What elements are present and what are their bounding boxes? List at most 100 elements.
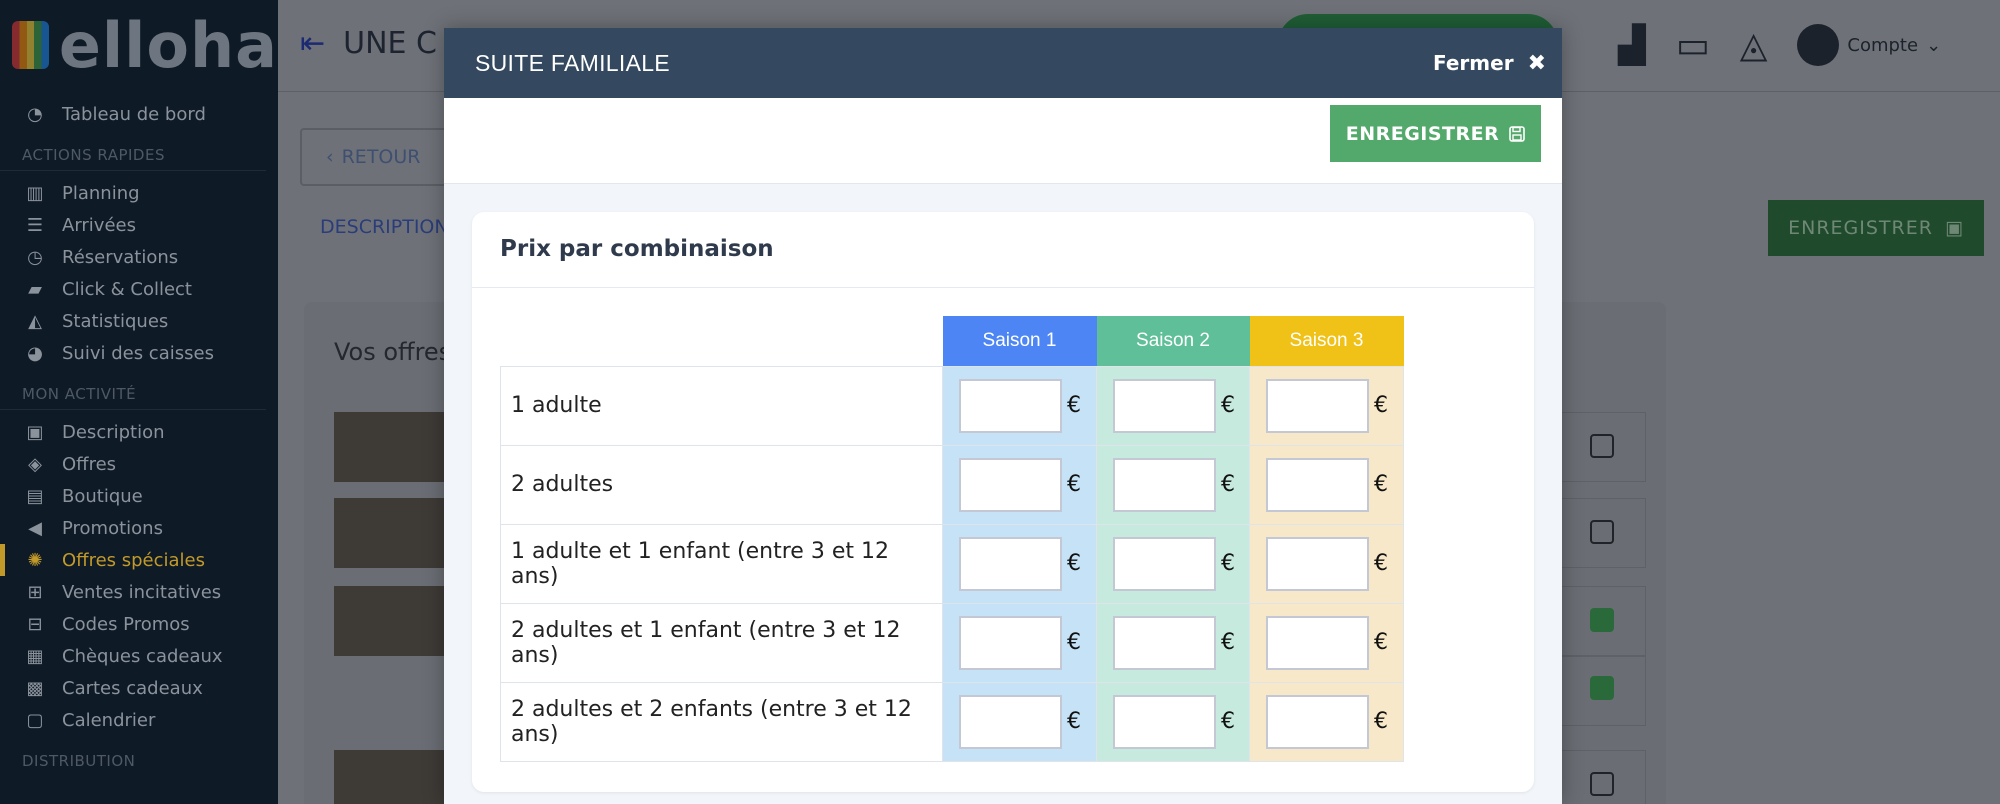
column-header-saison-3: Saison 3 (1249, 316, 1404, 366)
sidebar: elloha ◔ Tableau de bord ACTIONS RAPIDES… (0, 0, 278, 804)
price-cell: € (942, 365, 1097, 446)
cart-icon: ⊟ (27, 614, 43, 635)
page-title-area: ⇤ UNE C (300, 26, 437, 61)
calendar-icon: ▢ (26, 710, 44, 731)
top-icons: ▟ ▭ ◬ Compte ⌄ (1618, 24, 1941, 66)
offer-checkbox[interactable] (1590, 434, 1614, 458)
modal-title: SUITE FAMILIALE (475, 49, 670, 76)
row-label: 2 adultes (500, 444, 943, 525)
sidebar-item-label: Réservations (62, 246, 179, 268)
offer-checkbox[interactable] (1590, 676, 1614, 700)
sidebar-item-label: Offres spéciales (62, 549, 206, 571)
price-input[interactable] (1113, 615, 1216, 670)
sidebar-item-arrivees[interactable]: ☰ Arrivées (0, 209, 278, 241)
price-cell: € (1249, 681, 1404, 762)
sidebar-item-boutique[interactable]: ▤ Boutique (0, 480, 278, 512)
price-input[interactable] (1113, 457, 1216, 512)
offer-checkbox[interactable] (1590, 520, 1614, 544)
price-input[interactable] (1266, 694, 1369, 749)
sidebar-item-calendrier[interactable]: ▢ Calendrier (0, 704, 278, 736)
sidebar-item-statistiques[interactable]: ◭ Statistiques (0, 305, 278, 337)
pricing-modal: SUITE FAMILIALE Fermer ✖ ENREGISTRER Pri… (444, 28, 1562, 804)
panel-title: Vos offres (334, 338, 452, 366)
back-label: RETOUR (341, 146, 421, 168)
table-row: 2 adultes € € € (500, 444, 1404, 525)
bar-chart-icon: ▥ (26, 183, 44, 204)
tab-description[interactable]: DESCRIPTION (320, 216, 449, 238)
sidebar-item-reservations[interactable]: ◷ Réservations (0, 241, 278, 273)
sidebar-item-planning[interactable]: ▥ Planning (0, 177, 278, 209)
close-icon: ✖ (1527, 50, 1546, 76)
price-input[interactable] (1266, 536, 1369, 591)
sidebar-item-cheques-cadeaux[interactable]: ▦ Chèques cadeaux (0, 640, 278, 672)
price-cell: € (1249, 365, 1404, 446)
cart-plus-icon: ⊞ (27, 582, 43, 603)
table-row: 2 adultes et 1 enfant (entre 3 et 12 ans… (500, 602, 1404, 683)
sidebar-item-label: Arrivées (62, 214, 136, 236)
price-input[interactable] (959, 536, 1062, 591)
floppy-disk-icon: ▣ (1944, 217, 1964, 239)
sidebar-item-label: Statistiques (62, 310, 169, 332)
offer-checkbox[interactable] (1590, 608, 1614, 632)
sidebar-section-title: ACTIONS RAPIDES (0, 130, 266, 171)
offer-thumbnail (334, 586, 454, 656)
sidebar-item-codes-promos[interactable]: ⊟ Codes Promos (0, 608, 278, 640)
price-cell: € (1096, 365, 1250, 446)
cash-register-icon[interactable]: ▟ (1618, 25, 1646, 66)
monitor-icon[interactable]: ▭ (1676, 25, 1710, 66)
menu-collapse-icon[interactable]: ⇤ (300, 26, 325, 61)
offer-thumbnail (334, 750, 454, 804)
price-input[interactable] (959, 378, 1062, 433)
price-input[interactable] (959, 615, 1062, 670)
save-button[interactable]: ENREGISTRER (1330, 105, 1541, 162)
close-button[interactable]: Fermer ✖ (1433, 51, 1546, 76)
offer-thumbnail (334, 412, 454, 482)
sidebar-item-offres[interactable]: ◈ Offres (0, 448, 278, 480)
price-input[interactable] (1266, 457, 1369, 512)
price-cell: € (942, 681, 1097, 762)
sidebar-item-offres-speciales[interactable]: ✺ Offres spéciales (0, 544, 278, 576)
price-input[interactable] (1266, 615, 1369, 670)
currency-symbol: € (1374, 472, 1388, 497)
modal-header: SUITE FAMILIALE Fermer ✖ (444, 28, 1562, 98)
bell-icon[interactable]: ◬ (1740, 25, 1768, 66)
sidebar-item-click-collect[interactable]: ▰ Click & Collect (0, 273, 278, 305)
price-input[interactable] (1113, 378, 1216, 433)
price-input[interactable] (1113, 694, 1216, 749)
price-input[interactable] (1113, 536, 1216, 591)
offer-checkbox[interactable] (1590, 772, 1614, 796)
offer-thumbnail (334, 498, 454, 568)
row-label: 1 adulte et 1 enfant (entre 3 et 12 ans) (500, 523, 943, 604)
sidebar-item-label: Calendrier (62, 709, 156, 731)
account-label: Compte (1847, 34, 1919, 56)
table-row: 2 adultes et 2 enfants (entre 3 et 12 an… (500, 681, 1404, 762)
price-cell: € (942, 602, 1097, 683)
sidebar-section-title: DISTRIBUTION (22, 752, 136, 770)
page-title: UNE C (343, 26, 437, 61)
currency-symbol: € (1221, 551, 1235, 576)
page-save-button[interactable]: ENREGISTRER ▣ (1768, 200, 1984, 256)
sidebar-item-label: Chèques cadeaux (62, 645, 223, 667)
shopping-bag-icon: ▤ (26, 486, 44, 507)
modal-toolbar: ENREGISTRER (444, 98, 1562, 184)
sidebar-item-label: Cartes cadeaux (62, 677, 203, 699)
clock-icon: ◷ (27, 247, 43, 268)
sidebar-item-promotions[interactable]: ◀ Promotions (0, 512, 278, 544)
price-input[interactable] (959, 457, 1062, 512)
price-input[interactable] (1266, 378, 1369, 433)
sidebar-section-title: MON ACTIVITÉ (0, 369, 266, 410)
sidebar-item-suivi-caisses[interactable]: ◕ Suivi des caisses (0, 337, 278, 369)
logo[interactable]: elloha (0, 0, 278, 90)
currency-symbol: € (1221, 393, 1235, 418)
currency-symbol: € (1221, 709, 1235, 734)
price-cell: € (1096, 681, 1250, 762)
sidebar-item-description[interactable]: ▣ Description (0, 416, 278, 448)
sidebar-item-ventes-incitatives[interactable]: ⊞ Ventes incitatives (0, 576, 278, 608)
sidebar-item-dashboard[interactable]: ◔ Tableau de bord (0, 98, 278, 130)
back-button[interactable]: ‹ RETOUR (300, 128, 450, 186)
sidebar-item-cartes-cadeaux[interactable]: ▩ Cartes cadeaux (0, 672, 278, 704)
sliders-icon: ☰ (26, 215, 44, 236)
price-cell: € (942, 444, 1097, 525)
account-menu[interactable]: Compte ⌄ (1797, 24, 1941, 66)
price-input[interactable] (959, 694, 1062, 749)
